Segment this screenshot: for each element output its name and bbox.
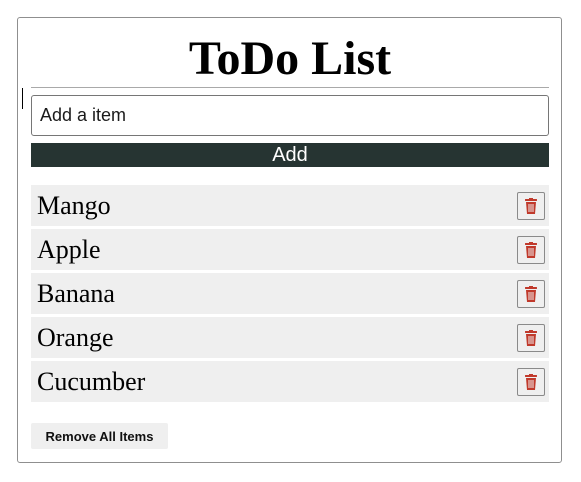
delete-item-button[interactable] <box>517 236 545 264</box>
trash-icon <box>524 329 538 347</box>
item-label: Banana <box>37 279 115 308</box>
todo-list: Mango Apple Banana Orange Cucumber <box>31 185 549 405</box>
trash-icon <box>524 285 538 303</box>
list-item: Banana <box>31 273 549 314</box>
page-title: ToDo List <box>31 31 549 88</box>
trash-icon <box>524 373 538 391</box>
delete-item-button[interactable] <box>517 368 545 396</box>
list-item: Mango <box>31 185 549 226</box>
item-label: Mango <box>37 191 111 220</box>
item-label: Orange <box>37 323 114 352</box>
item-label: Cucumber <box>37 367 146 396</box>
trash-icon <box>524 197 538 215</box>
list-item: Cucumber <box>31 361 549 402</box>
todo-card: ToDo List Add Mango Apple <box>17 17 562 463</box>
list-item: Orange <box>31 317 549 358</box>
item-label: Apple <box>37 235 101 264</box>
text-caret <box>22 88 23 109</box>
delete-item-button[interactable] <box>517 192 545 220</box>
trash-icon <box>524 241 538 259</box>
list-item: Apple <box>31 229 549 270</box>
add-button[interactable]: Add <box>31 143 549 167</box>
remove-all-button[interactable]: Remove All Items <box>31 423 168 449</box>
delete-item-button[interactable] <box>517 324 545 352</box>
new-item-input[interactable] <box>31 95 549 136</box>
delete-item-button[interactable] <box>517 280 545 308</box>
